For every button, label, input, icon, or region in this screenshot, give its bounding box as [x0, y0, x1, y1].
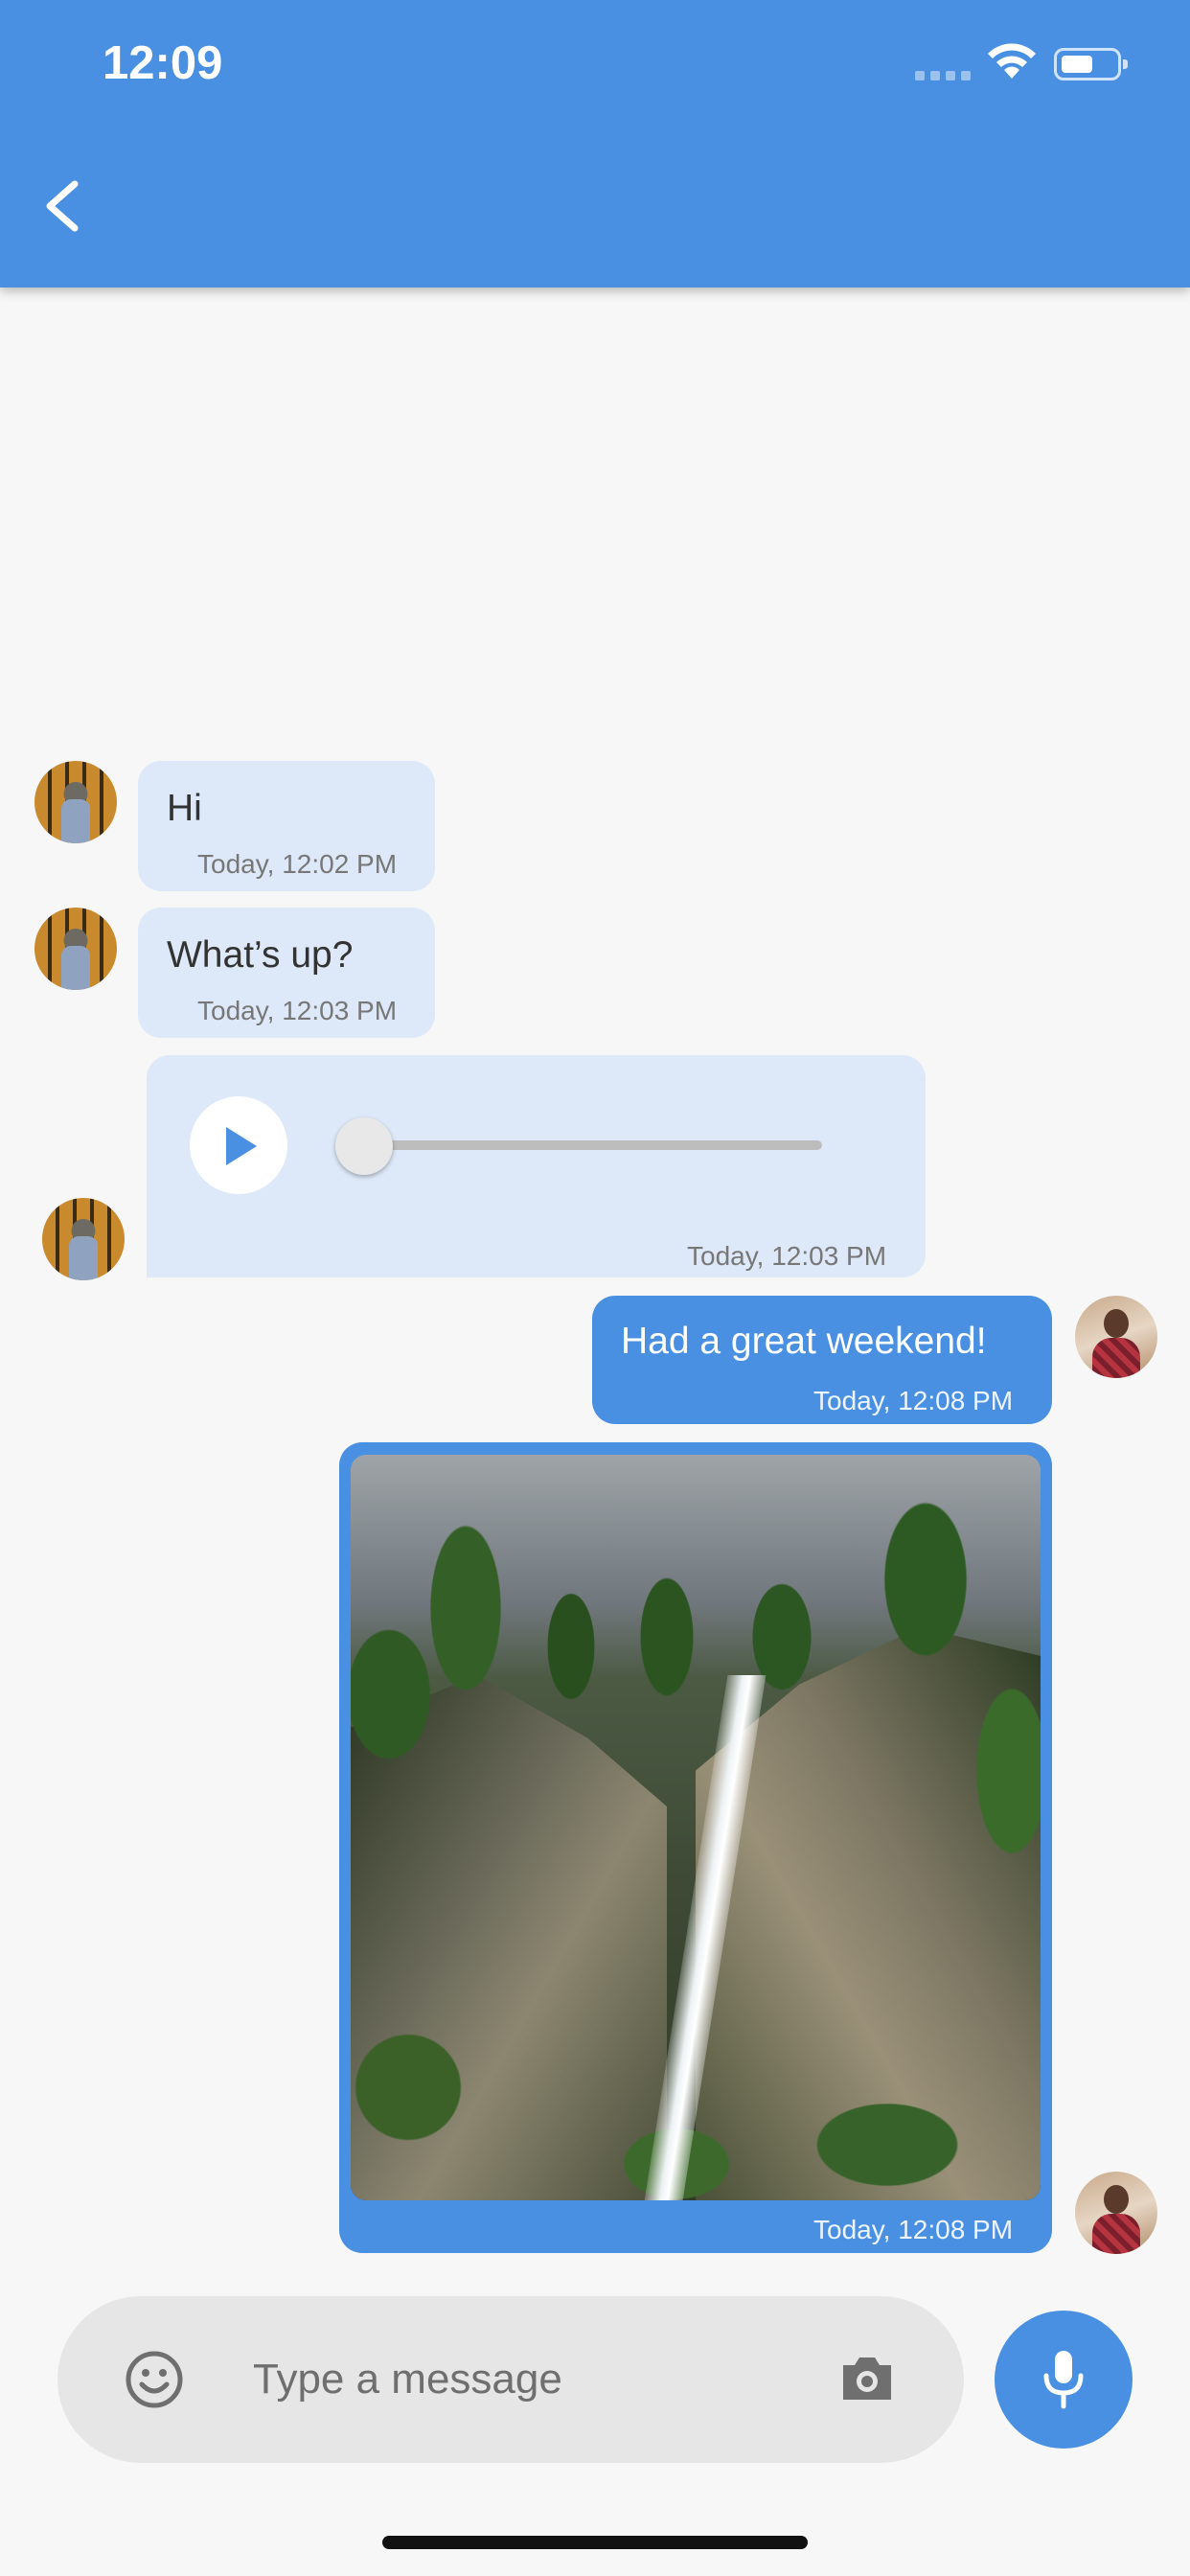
outgoing-message-bubble[interactable]: Had a great weekend! Today, 12:08 PM: [592, 1296, 1052, 1424]
message-text: Hi: [167, 788, 202, 829]
user-avatar[interactable]: [1075, 1296, 1157, 1378]
camera-icon[interactable]: [837, 2348, 897, 2407]
home-indicator: [382, 2536, 808, 2549]
message-text: Had a great weekend!: [621, 1321, 987, 1362]
message-timestamp: Today, 12:02 PM: [197, 849, 398, 879]
message-timestamp: Today, 12:03 PM: [687, 1241, 887, 1271]
play-button[interactable]: [190, 1096, 287, 1194]
audio-progress-thumb[interactable]: [335, 1117, 393, 1175]
status-time: 12:09: [103, 37, 223, 89]
play-icon: [226, 1127, 257, 1165]
microphone-icon: [1043, 2351, 1084, 2409]
message-timestamp: Today, 12:08 PM: [813, 2215, 1014, 2244]
emoji-icon[interactable]: [125, 2350, 184, 2409]
incoming-message-bubble[interactable]: What’s up? Today, 12:03 PM: [138, 908, 435, 1038]
microphone-button[interactable]: [995, 2311, 1133, 2449]
wifi-icon: [988, 43, 1036, 79]
cellular-signal-icon: [915, 71, 971, 82]
message-text: What’s up?: [167, 934, 354, 976]
message-input[interactable]: [253, 2348, 790, 2411]
waterfall-photo[interactable]: [351, 1455, 1041, 2200]
back-button[interactable]: [38, 172, 96, 240]
app-bar: 12:09: [0, 0, 1190, 288]
incoming-message-bubble[interactable]: Hi Today, 12:02 PM: [138, 761, 435, 891]
contact-avatar[interactable]: [34, 908, 117, 990]
message-timestamp: Today, 12:03 PM: [197, 996, 398, 1025]
message-timestamp: Today, 12:08 PM: [813, 1386, 1014, 1415]
contact-avatar[interactable]: [42, 1198, 125, 1280]
user-avatar[interactable]: [1075, 2172, 1157, 2254]
contact-avatar[interactable]: [34, 761, 117, 843]
audio-progress-track[interactable]: [364, 1140, 822, 1150]
battery-icon: [1054, 48, 1128, 80]
